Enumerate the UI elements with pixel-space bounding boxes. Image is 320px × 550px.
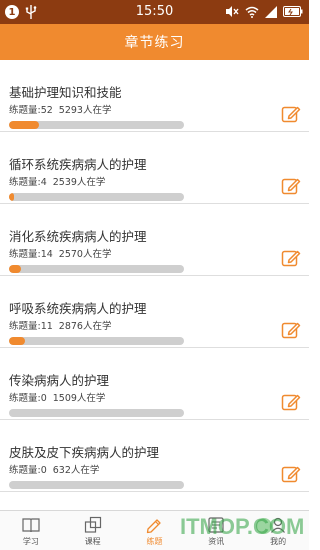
app-header: 章节练习: [0, 24, 309, 60]
chapter-list: 基础护理知识和技能 练题量:52 5293人在学 循环系统疾病病人的护理 练题量:…: [0, 60, 309, 510]
book-icon: [22, 518, 40, 533]
chapter-stats: 练题量:11 2876人在学: [9, 318, 111, 332]
nav-label: 课程: [84, 537, 101, 546]
chapter-title: 基础护理知识和技能: [9, 85, 122, 100]
chapter-item[interactable]: 循环系统疾病病人的护理 练题量:4 2539人在学: [0, 132, 309, 204]
progress-bar: [9, 409, 184, 417]
nav-label: 我的: [270, 537, 287, 546]
signal-icon: [265, 5, 277, 18]
edit-icon[interactable]: [281, 176, 301, 196]
battery-icon: [283, 6, 303, 17]
nav-label: 资讯: [208, 537, 225, 546]
chapter-title: 消化系统疾病病人的护理: [9, 229, 147, 244]
progress-bar: [9, 121, 184, 129]
question-count: 练题量:52: [9, 105, 53, 116]
learner-count: 632人在学: [52, 465, 100, 476]
page-title: 章节练习: [124, 35, 185, 51]
status-bar: 1 15:50: [0, 0, 309, 24]
chapter-title: 皮肤及皮下疾病病人的护理: [9, 445, 160, 460]
mute-icon: [226, 6, 239, 17]
nav-item-course[interactable]: 课程: [62, 511, 124, 550]
chapter-title: 传染病病人的护理: [9, 373, 110, 388]
progress-fill: [9, 265, 22, 273]
learner-count: 2876人在学: [58, 321, 112, 332]
progress-bar: [9, 481, 184, 489]
question-count: 练题量:11: [9, 321, 53, 332]
question-count: 练题量:0: [9, 393, 47, 404]
course-icon: [84, 516, 101, 533]
chapter-item[interactable]: 消化系统疾病病人的护理 练题量:14 2570人在学: [0, 204, 309, 276]
status-right: [225, 5, 303, 18]
learner-count: 5293人在学: [58, 105, 112, 116]
nav-label: 学习: [22, 537, 39, 546]
progress-bar: [9, 193, 184, 201]
edit-icon[interactable]: [281, 320, 301, 340]
question-count: 练题量:4: [9, 177, 47, 188]
question-count: 练题量:14: [9, 249, 53, 260]
learner-count: 1509人在学: [52, 393, 106, 404]
edit-icon[interactable]: [281, 392, 301, 412]
chapter-item[interactable]: 皮肤及皮下疾病病人的护理 练题量:0 632人在学: [0, 420, 309, 492]
nav-item-news[interactable]: 资讯: [185, 511, 247, 550]
chapter-title: 呼吸系统疾病病人的护理: [9, 301, 147, 316]
learner-count: 2570人在学: [58, 249, 112, 260]
chapter-item[interactable]: 传染病病人的护理 练题量:0 1509人在学: [0, 348, 309, 420]
nav-item-profile[interactable]: 我的: [247, 511, 309, 550]
chapter-stats: 练题量:14 2570人在学: [9, 246, 111, 260]
question-count: 练题量:0: [9, 465, 47, 476]
edit-icon[interactable]: [281, 464, 301, 484]
bottom-nav: 学习 课程 练题 资讯 我的: [0, 510, 309, 550]
chapter-item[interactable]: 基础护理知识和技能 练题量:52 5293人在学: [0, 60, 309, 132]
progress-fill: [9, 337, 25, 345]
progress-bar: [9, 337, 184, 345]
learner-count: 2539人在学: [52, 177, 106, 188]
progress-fill: [9, 121, 39, 129]
nav-item-study[interactable]: 学习: [0, 511, 62, 550]
progress-bar: [9, 265, 184, 273]
chapter-title: 循环系统疾病病人的护理: [9, 157, 147, 172]
chapter-stats: 练题量:0 632人在学: [9, 462, 99, 476]
chapter-stats: 练题量:0 1509人在学: [9, 390, 105, 404]
nav-item-practice[interactable]: 练题: [124, 511, 186, 550]
edit-icon[interactable]: [281, 248, 301, 268]
news-icon: [208, 517, 224, 533]
progress-fill: [9, 193, 15, 201]
pencil-icon: [147, 519, 162, 534]
wifi-icon: [245, 6, 259, 18]
chapter-stats: 练题量:4 2539人在学: [9, 174, 105, 188]
chapter-item[interactable]: 呼吸系统疾病病人的护理 练题量:11 2876人在学: [0, 276, 309, 348]
edit-icon[interactable]: [281, 104, 301, 124]
profile-icon: [271, 517, 286, 533]
chapter-stats: 练题量:52 5293人在学: [9, 102, 111, 116]
nav-label: 练题: [146, 537, 163, 546]
